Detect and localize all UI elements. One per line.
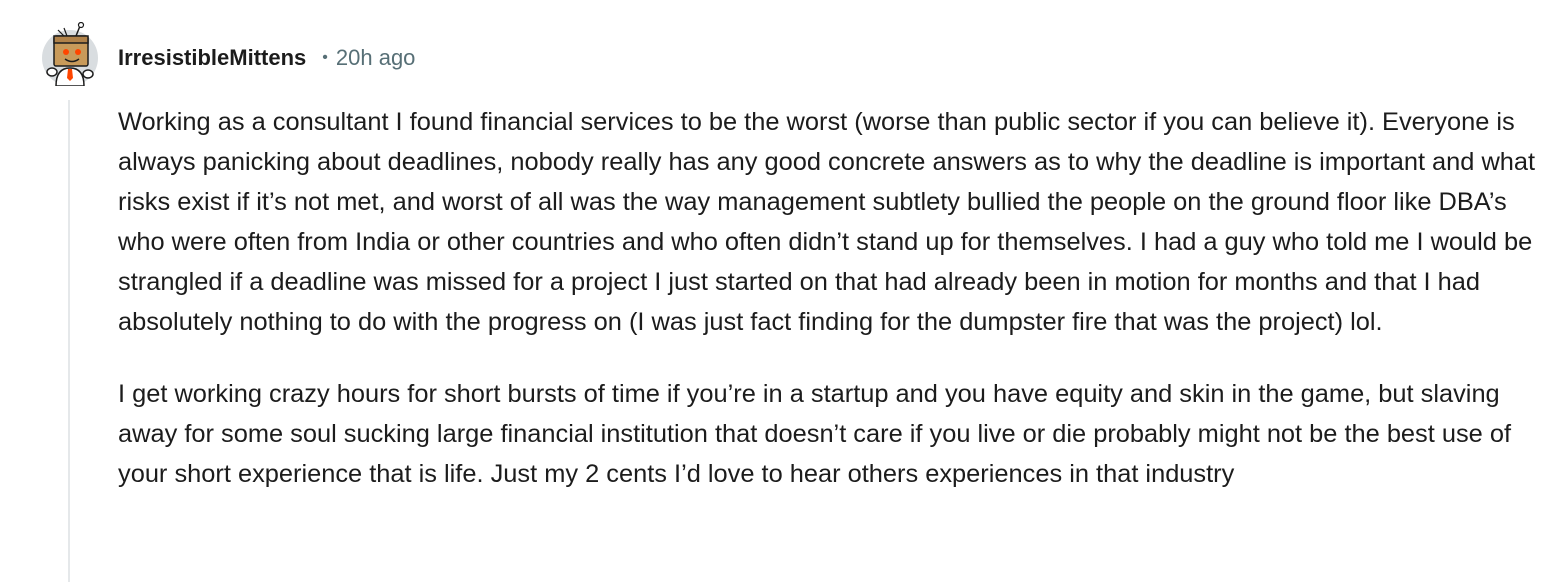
thread-line[interactable] bbox=[68, 100, 70, 582]
comment-body: Working as a consultant I found financia… bbox=[118, 102, 1538, 526]
comment-paragraph: Working as a consultant I found financia… bbox=[118, 108, 1536, 336]
comment-timestamp[interactable]: 20h ago bbox=[336, 45, 416, 71]
meta-separator: • bbox=[322, 49, 328, 66]
username-link[interactable]: IrresistibleMittens bbox=[118, 45, 306, 71]
snoo-box-head-avatar-icon bbox=[42, 21, 98, 87]
user-avatar[interactable] bbox=[40, 21, 100, 87]
comment: IrresistibleMittens • 20h ago Working as… bbox=[0, 0, 1566, 582]
comment-paragraph: I get working crazy hours for short burs… bbox=[118, 380, 1512, 488]
comment-meta: IrresistibleMittens • 20h ago bbox=[118, 44, 415, 72]
